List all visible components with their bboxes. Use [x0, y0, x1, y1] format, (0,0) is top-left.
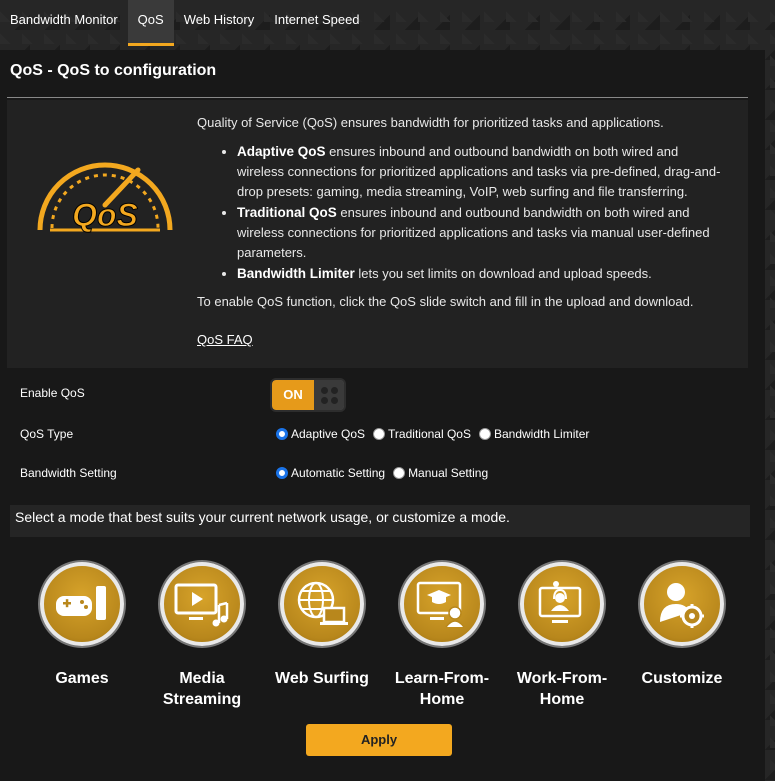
qos-panel: QoS - QoS to configuration QoS Quality o… — [0, 50, 765, 781]
bandwidth-setting-label: Bandwidth Setting — [20, 466, 117, 480]
enable-note: To enable QoS function, click the QoS sl… — [197, 294, 694, 309]
radio-dot — [478, 428, 491, 440]
mode-customize[interactable]: Customize — [622, 562, 742, 689]
mode-media-streaming[interactable]: Media Streaming — [142, 562, 262, 710]
logo-text: QoS — [72, 197, 138, 233]
mode-label: Learn-From-Home — [394, 670, 490, 708]
media-icon — [160, 562, 244, 646]
radio-dot — [276, 428, 288, 440]
radio-dot — [373, 428, 386, 440]
mode-label: Work-From-Home — [516, 670, 608, 708]
title-divider — [7, 97, 748, 98]
toggle-knob — [314, 380, 344, 410]
mode-label: Web Surfing — [275, 670, 369, 687]
qos-description: Quality of Service (QoS) ensures bandwid… — [197, 113, 727, 312]
radio-traditional-qos[interactable]: Traditional QoS — [373, 427, 471, 441]
radio-label: Adaptive QoS — [291, 427, 366, 441]
qos-logo: QoS — [37, 162, 173, 234]
mode-label: Customize — [641, 670, 723, 687]
feature-limiter: Bandwidth Limiter lets you set limits on… — [237, 264, 727, 284]
globe-icon — [280, 562, 364, 646]
radio-dot — [393, 467, 406, 479]
gamepad-icon — [40, 562, 124, 646]
mode-web-surfing[interactable]: Web Surfing — [262, 562, 382, 689]
radio-label: Manual Setting — [408, 466, 489, 480]
enable-qos-toggle[interactable]: ON — [270, 378, 346, 412]
radio-adaptive-qos[interactable]: Adaptive QoS — [276, 427, 365, 441]
customize-icon — [640, 562, 724, 646]
feature-text: lets you set limits on download and uplo… — [354, 266, 652, 281]
tab-web-history[interactable]: Web History — [174, 0, 265, 46]
tab-bar: Bandwidth Monitor QoS Web History Intern… — [0, 0, 775, 46]
feature-traditional: Traditional QoS ensures inbound and outb… — [237, 203, 727, 263]
qos-type-radio-group: Adaptive QoS Traditional QoS Bandwidth L… — [276, 427, 597, 441]
radio-automatic-setting[interactable]: Automatic Setting — [276, 466, 385, 480]
radio-dot — [276, 467, 288, 479]
tab-internet-speed[interactable]: Internet Speed — [264, 0, 369, 46]
feature-adaptive: Adaptive QoS ensures inbound and outboun… — [237, 142, 727, 202]
mode-work-from-home[interactable]: Work-From-Home — [502, 562, 622, 710]
feature-list: Adaptive QoS ensures inbound and outboun… — [237, 142, 727, 284]
radio-label: Automatic Setting — [291, 466, 386, 480]
tab-qos[interactable]: QoS — [127, 0, 174, 46]
radio-label: Bandwidth Limiter — [493, 427, 590, 441]
work-icon — [520, 562, 604, 646]
mode-prompt: Select a mode that best suits your curre… — [10, 505, 750, 537]
learn-icon — [400, 562, 484, 646]
feature-term: Bandwidth Limiter — [237, 266, 355, 281]
mode-games[interactable]: Games — [22, 562, 142, 689]
radio-manual-setting[interactable]: Manual Setting — [393, 466, 488, 480]
tab-bandwidth-monitor[interactable]: Bandwidth Monitor — [0, 0, 128, 46]
mode-learn-from-home[interactable]: Learn-From-Home — [382, 562, 502, 710]
mode-label: Media Streaming — [162, 670, 242, 708]
feature-term: Traditional QoS — [237, 205, 337, 220]
qos-type-label: QoS Type — [20, 427, 74, 441]
feature-term: Adaptive QoS — [237, 144, 326, 159]
apply-button[interactable]: Apply — [306, 724, 452, 756]
enable-qos-label: Enable QoS — [20, 386, 85, 400]
radio-label: Traditional QoS — [388, 427, 471, 441]
toggle-on-label: ON — [272, 380, 314, 410]
bandwidth-radio-group: Automatic Setting Manual Setting — [276, 466, 496, 480]
qos-faq-link[interactable]: QoS FAQ — [197, 332, 253, 347]
intro-text: Quality of Service (QoS) ensures bandwid… — [197, 115, 664, 130]
mode-label: Games — [55, 670, 109, 687]
radio-bandwidth-limiter[interactable]: Bandwidth Limiter — [478, 427, 590, 441]
page-title: QoS - QoS to configuration — [10, 62, 217, 79]
